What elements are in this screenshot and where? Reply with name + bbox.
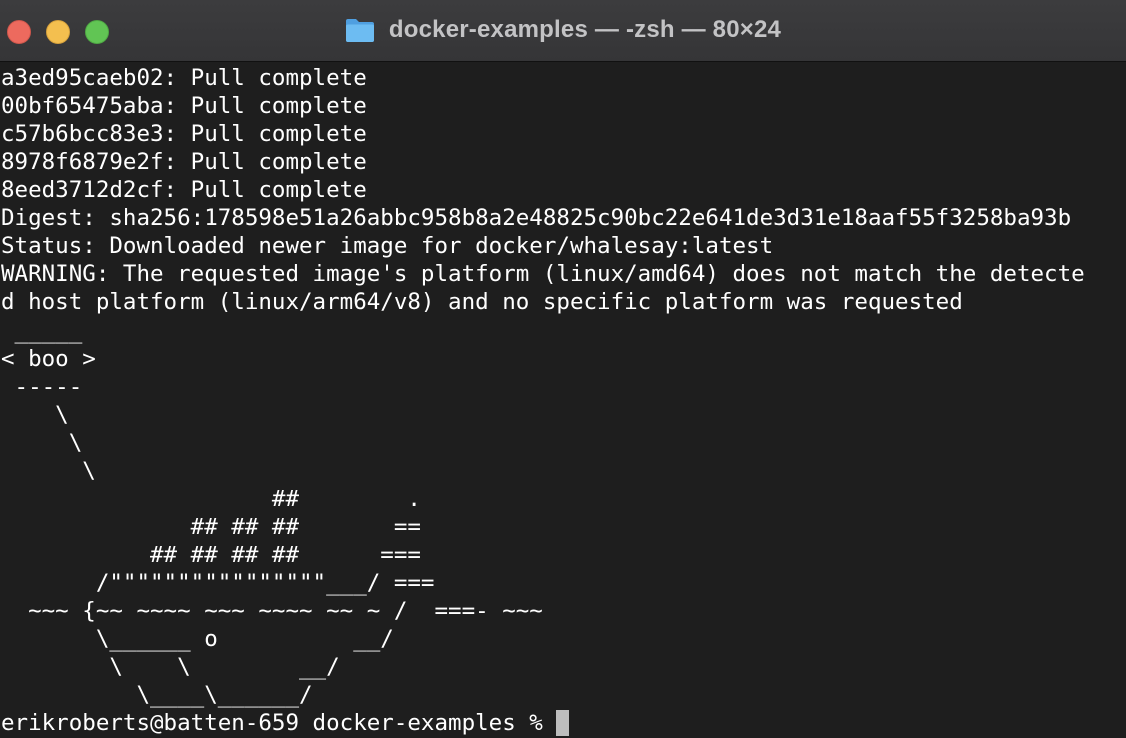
- terminal-line: a3ed95caeb02: Pull complete: [1, 65, 367, 91]
- ascii-art-line: \ \ __/: [1, 654, 340, 680]
- ascii-art-line: \: [1, 430, 83, 456]
- ascii-art-line: < boo >: [1, 346, 96, 372]
- command-prompt[interactable]: erikroberts@batten-659 docker-examples %: [1, 709, 570, 737]
- prompt-text: erikroberts@batten-659 docker-examples %: [1, 710, 557, 736]
- terminal-line: d host platform (linux/arm64/v8) and no …: [1, 289, 963, 315]
- ascii-art-line: ## ## ## ==: [1, 514, 421, 540]
- terminal-line: 8eed3712d2cf: Pull complete: [1, 177, 367, 203]
- ascii-art-line: ## .: [1, 486, 421, 512]
- terminal-line: 8978f6879e2f: Pull complete: [1, 149, 367, 175]
- ascii-art-line: \____\______/: [1, 682, 313, 708]
- terminal-line: Digest: sha256:178598e51a26abbc958b8a2e4…: [1, 205, 1072, 231]
- ascii-art-line: \: [1, 458, 96, 484]
- terminal-output[interactable]: a3ed95caeb02: Pull complete 00bf65475aba…: [0, 64, 1126, 738]
- ascii-art-line: ~~~ {~~ ~~~~ ~~~ ~~~~ ~~ ~ / ===- ~~~: [1, 598, 543, 624]
- ascii-art-line: ## ## ## ## ===: [1, 542, 421, 568]
- window-title: docker-examples — -zsh — 80×24: [388, 16, 782, 43]
- ascii-art-line: _____: [1, 318, 83, 344]
- ascii-art-line: /""""""""""""""""___/ ===: [1, 570, 435, 596]
- window-title-area: docker-examples — -zsh — 80×24: [0, 16, 1126, 46]
- title-bar[interactable]: docker-examples — -zsh — 80×24: [0, 0, 1126, 62]
- terminal-line: WARNING: The requested image's platform …: [1, 261, 1085, 287]
- text-cursor: [556, 710, 570, 736]
- terminal-window: docker-examples — -zsh — 80×24 a3ed95cae…: [0, 0, 1126, 738]
- folder-icon: [345, 17, 375, 43]
- terminal-line: c57b6bcc83e3: Pull complete: [1, 121, 367, 147]
- ascii-art-line: \______ o __/: [1, 626, 394, 652]
- terminal-line: 00bf65475aba: Pull complete: [1, 93, 367, 119]
- terminal-line: Status: Downloaded newer image for docke…: [1, 233, 774, 259]
- ascii-art-line: \: [1, 402, 69, 428]
- ascii-art-line: -----: [1, 374, 83, 400]
